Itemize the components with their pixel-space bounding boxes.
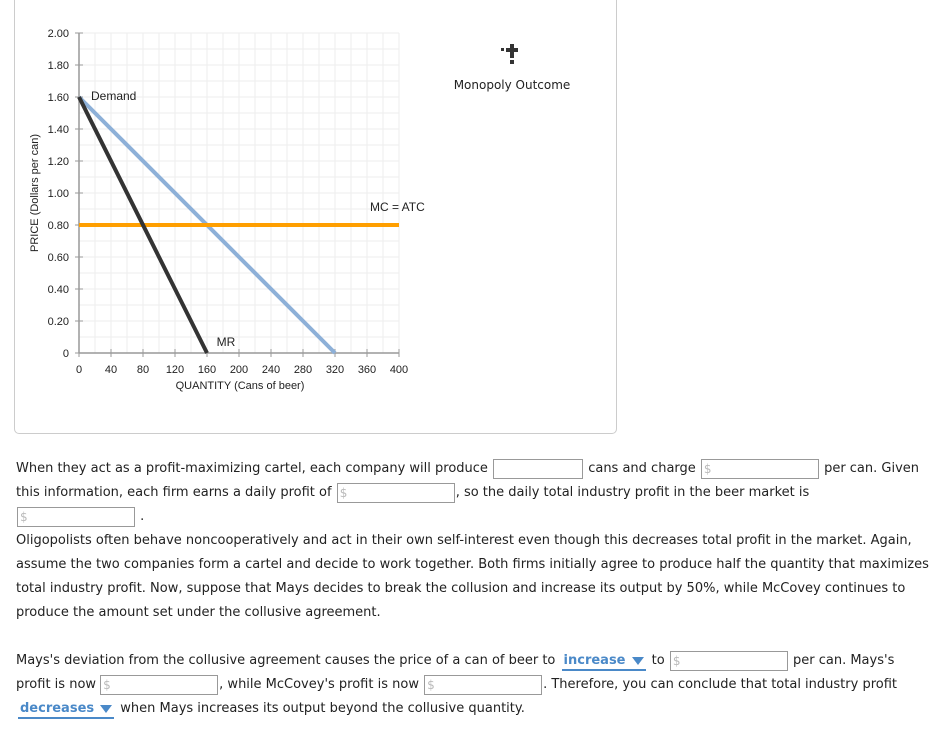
text: , while McCovey's profit is now bbox=[219, 677, 419, 692]
text: cans and charge bbox=[588, 461, 696, 476]
profit-direction-dropdown[interactable]: decreases bbox=[18, 701, 115, 719]
y-tick-label: 2.00 bbox=[48, 28, 69, 40]
dropdown-value: decreases bbox=[20, 701, 95, 716]
question-intro: Oligopolists often behave noncooperative… bbox=[16, 533, 929, 620]
y-tick-label: 1.60 bbox=[48, 92, 69, 104]
y-tick-label: 0.80 bbox=[48, 220, 69, 232]
dropdown-arrow-icon bbox=[631, 656, 644, 665]
x-tick-label: 40 bbox=[105, 364, 117, 376]
dropdown-arrow-icon bbox=[100, 704, 113, 713]
firm-profit-input[interactable]: $ bbox=[336, 482, 455, 503]
x-tick-label: 240 bbox=[262, 364, 280, 376]
price-direction-dropdown[interactable]: increase bbox=[561, 653, 646, 671]
y-tick-label: 0 bbox=[63, 348, 69, 360]
y-tick-label: 0.40 bbox=[48, 284, 69, 296]
text: . Therefore, you can conclude that total… bbox=[543, 677, 897, 692]
industry-profit-input[interactable]: $ bbox=[17, 506, 135, 527]
new-price-input[interactable]: $ bbox=[669, 650, 788, 671]
y-tick-label: 1.40 bbox=[48, 124, 69, 136]
x-tick-label: 160 bbox=[198, 364, 216, 376]
dropdown-value: increase bbox=[563, 653, 626, 668]
quantity-input[interactable] bbox=[493, 458, 584, 479]
y-tick-label: 1.20 bbox=[48, 156, 69, 168]
y-tick-label: 1.00 bbox=[48, 188, 69, 200]
x-tick-label: 200 bbox=[230, 364, 248, 376]
series-label: Demand bbox=[91, 89, 136, 103]
x-tick-label: 280 bbox=[294, 364, 312, 376]
x-tick-label: 320 bbox=[326, 364, 344, 376]
y-tick-label: 1.80 bbox=[48, 60, 69, 72]
text: when Mays increases its output beyond th… bbox=[120, 701, 525, 716]
x-tick-label: 120 bbox=[166, 364, 184, 376]
x-tick-label: 80 bbox=[137, 364, 149, 376]
text: Mays's deviation from the collusive agre… bbox=[16, 653, 556, 668]
y-axis-label: PRICE (Dollars per can) bbox=[29, 134, 41, 252]
mccovey-profit-input[interactable]: $ bbox=[424, 674, 543, 695]
x-tick-label: 0 bbox=[76, 364, 82, 376]
legend: Monopoly Outcome bbox=[452, 44, 572, 92]
x-axis-label: QUANTITY (Cans of beer) bbox=[176, 380, 305, 392]
y-tick-label: 0.60 bbox=[48, 252, 69, 264]
mays-profit-input[interactable]: $ bbox=[100, 674, 219, 695]
text: , so the daily total industry profit in … bbox=[455, 485, 810, 500]
series-label: MR bbox=[217, 335, 236, 349]
x-tick-label: 400 bbox=[390, 364, 408, 376]
question-cartel: When they act as a profit-maximizing car… bbox=[16, 457, 931, 529]
price-input[interactable]: $ bbox=[700, 458, 819, 479]
x-tick-label: 360 bbox=[358, 364, 376, 376]
text: . bbox=[140, 509, 145, 524]
y-tick-label: 0.20 bbox=[48, 316, 69, 328]
text: to bbox=[651, 653, 665, 668]
series-label: MC = ATC bbox=[370, 200, 425, 214]
legend-label: Monopoly Outcome bbox=[453, 78, 571, 92]
question-deviation: Mays's deviation from the collusive agre… bbox=[16, 649, 931, 721]
text: When they act as a profit-maximizing car… bbox=[16, 461, 488, 476]
plus-marker-icon[interactable] bbox=[501, 44, 523, 64]
